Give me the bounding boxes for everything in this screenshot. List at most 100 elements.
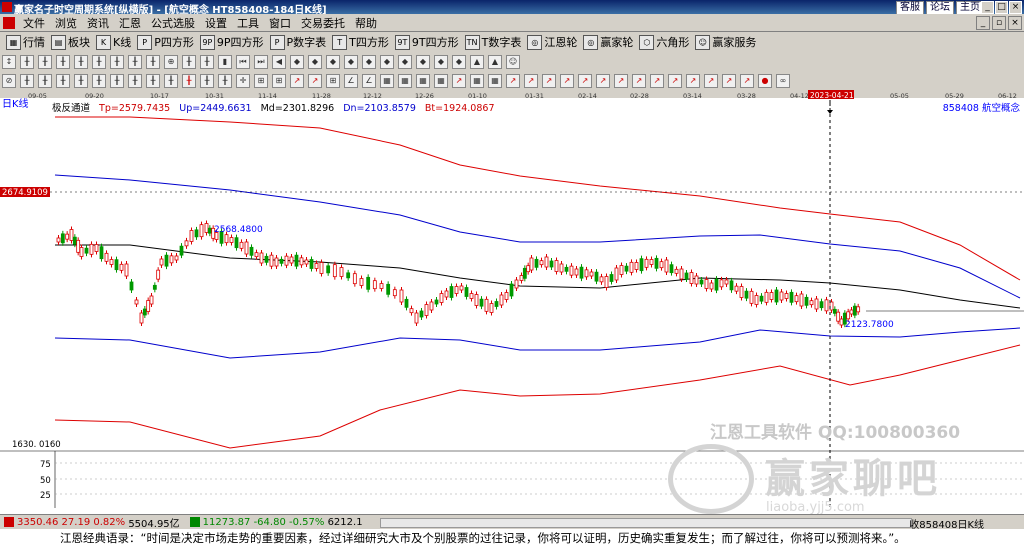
draw-tool-icon[interactable]: ◆: [326, 54, 340, 69]
analysis-tool-icon[interactable]: ╫: [20, 73, 34, 88]
tool-service[interactable]: ☺ 赢家服务: [695, 34, 756, 50]
draw-tool-icon[interactable]: ▮: [218, 54, 232, 69]
menu-formula[interactable]: 公式选股: [146, 15, 200, 31]
analysis-tool-icon[interactable]: ↗: [290, 73, 304, 88]
analysis-tool-icon[interactable]: ▦: [380, 73, 394, 88]
draw-tool-icon[interactable]: ╫: [182, 54, 196, 69]
draw-tool-icon[interactable]: ◆: [416, 54, 430, 69]
close-icon[interactable]: ×: [1009, 1, 1022, 14]
analysis-tool-icon[interactable]: ╫: [182, 73, 196, 88]
draw-tool-icon[interactable]: ◆: [452, 54, 466, 69]
color-wheel-icon[interactable]: ●: [758, 73, 772, 88]
sh-index[interactable]: 3350.46 27.19 0.82% 5504.95亿: [4, 515, 180, 530]
tool-hexagon[interactable]: ⬡ 六角形: [639, 34, 689, 50]
menu-file[interactable]: 文件: [18, 15, 50, 31]
analysis-tool-icon[interactable]: ↗: [596, 73, 610, 88]
tool-winner-wheel[interactable]: ◎ 赢家轮: [583, 34, 633, 50]
tool-9t-square[interactable]: 9T 9T四方形: [394, 34, 459, 50]
last-icon[interactable]: ⏭: [254, 54, 268, 69]
draw-tool-icon[interactable]: ◆: [398, 54, 412, 69]
menu-tools[interactable]: 工具: [232, 15, 264, 31]
menu-browse[interactable]: 浏览: [50, 15, 82, 31]
draw-tool-icon[interactable]: ▲: [470, 54, 484, 69]
menu-info[interactable]: 资讯: [82, 15, 114, 31]
draw-tool-icon[interactable]: ◆: [308, 54, 322, 69]
analysis-tool-icon[interactable]: ╫: [74, 73, 88, 88]
analysis-tool-icon[interactable]: ⊘: [2, 73, 16, 88]
draw-tool-icon[interactable]: ▲: [488, 54, 502, 69]
infinity-icon[interactable]: ∞: [776, 73, 790, 88]
tool-quote[interactable]: ▦ 行情: [6, 34, 45, 50]
analysis-tool-icon[interactable]: ↗: [686, 73, 700, 88]
analysis-tool-icon[interactable]: ↗: [632, 73, 646, 88]
analysis-tool-icon[interactable]: ↗: [524, 73, 538, 88]
analysis-tool-icon[interactable]: ╫: [218, 73, 232, 88]
sz-index[interactable]: 11273.87 -64.80 -0.57% 6212.1: [189, 517, 363, 528]
analysis-tool-icon[interactable]: ↗: [722, 73, 736, 88]
draw-tool-icon[interactable]: ◆: [290, 54, 304, 69]
analysis-tool-icon[interactable]: ╫: [56, 73, 70, 88]
analysis-tool-icon[interactable]: ↗: [452, 73, 466, 88]
analysis-tool-icon[interactable]: ↗: [614, 73, 628, 88]
doc-close-icon[interactable]: ×: [1008, 15, 1022, 30]
menu-window[interactable]: 窗口: [264, 15, 296, 31]
analysis-tool-icon[interactable]: ▦: [434, 73, 448, 88]
analysis-tool-icon[interactable]: ⊞: [272, 73, 286, 88]
analysis-tool-icon[interactable]: ▦: [488, 73, 502, 88]
draw-tool-icon[interactable]: ╫: [110, 54, 124, 69]
analysis-tool-icon[interactable]: ▦: [416, 73, 430, 88]
analysis-tool-icon[interactable]: ↗: [650, 73, 664, 88]
tool-9p-square[interactable]: 9P 9P四方形: [199, 34, 264, 50]
draw-tool-icon[interactable]: ╫: [74, 54, 88, 69]
analysis-tool-icon[interactable]: ∠: [362, 73, 376, 88]
analysis-tool-icon[interactable]: ╫: [110, 73, 124, 88]
analysis-tool-icon[interactable]: ╫: [164, 73, 178, 88]
draw-tool-icon[interactable]: ⊕: [164, 54, 178, 69]
draw-tool-icon[interactable]: ╫: [146, 54, 160, 69]
draw-tool-icon[interactable]: ╫: [200, 54, 214, 69]
analysis-tool-icon[interactable]: ↗: [704, 73, 718, 88]
draw-tool-icon[interactable]: ╫: [20, 54, 34, 69]
draw-tool-icon[interactable]: ╫: [128, 54, 142, 69]
prev-icon[interactable]: ◀: [272, 54, 286, 69]
doc-minimize-icon[interactable]: _: [976, 15, 990, 30]
analysis-tool-icon[interactable]: ▦: [470, 73, 484, 88]
analysis-tool-icon[interactable]: ╫: [92, 73, 106, 88]
analysis-tool-icon[interactable]: ↗: [308, 73, 322, 88]
analysis-tool-icon[interactable]: ╫: [146, 73, 160, 88]
draw-tool-icon[interactable]: ☺: [506, 54, 520, 69]
tool-t-table[interactable]: TN T数字表: [464, 34, 521, 50]
link-home[interactable]: 主页: [956, 1, 984, 15]
maximize-icon[interactable]: □: [995, 1, 1008, 14]
analysis-tool-icon[interactable]: ✛: [236, 73, 250, 88]
draw-tool-icon[interactable]: ╫: [38, 54, 52, 69]
tool-kline[interactable]: K K线: [96, 34, 131, 50]
link-forum[interactable]: 论坛: [926, 1, 954, 15]
link-service[interactable]: 客服: [896, 1, 924, 15]
horizontal-scrollbar[interactable]: [380, 518, 912, 528]
analysis-tool-icon[interactable]: ↗: [506, 73, 520, 88]
analysis-tool-icon[interactable]: ╫: [200, 73, 214, 88]
minimize-icon[interactable]: _: [981, 1, 994, 14]
analysis-tool-icon[interactable]: ↗: [542, 73, 556, 88]
draw-tool-icon[interactable]: ↕: [2, 54, 16, 69]
analysis-tool-icon[interactable]: ↗: [578, 73, 592, 88]
tool-t-square[interactable]: T T四方形: [332, 34, 389, 50]
tool-sector[interactable]: ▤ 板块: [51, 34, 90, 50]
analysis-tool-icon[interactable]: ↗: [740, 73, 754, 88]
analysis-tool-icon[interactable]: ⊞: [326, 73, 340, 88]
menu-huien[interactable]: 汇恩: [114, 15, 146, 31]
draw-tool-icon[interactable]: ◆: [344, 54, 358, 69]
first-icon[interactable]: ⏮: [236, 54, 250, 69]
analysis-tool-icon[interactable]: ╫: [128, 73, 142, 88]
draw-tool-icon[interactable]: ◆: [434, 54, 448, 69]
draw-tool-icon[interactable]: ╫: [56, 54, 70, 69]
draw-tool-icon[interactable]: ◆: [362, 54, 376, 69]
tool-gann-wheel[interactable]: ◎ 江恩轮: [527, 34, 577, 50]
analysis-tool-icon[interactable]: ╫: [38, 73, 52, 88]
menu-settings[interactable]: 设置: [200, 15, 232, 31]
analysis-tool-icon[interactable]: ▦: [398, 73, 412, 88]
analysis-tool-icon[interactable]: ↗: [560, 73, 574, 88]
analysis-tool-icon[interactable]: ↗: [668, 73, 682, 88]
analysis-tool-icon[interactable]: ∠: [344, 73, 358, 88]
